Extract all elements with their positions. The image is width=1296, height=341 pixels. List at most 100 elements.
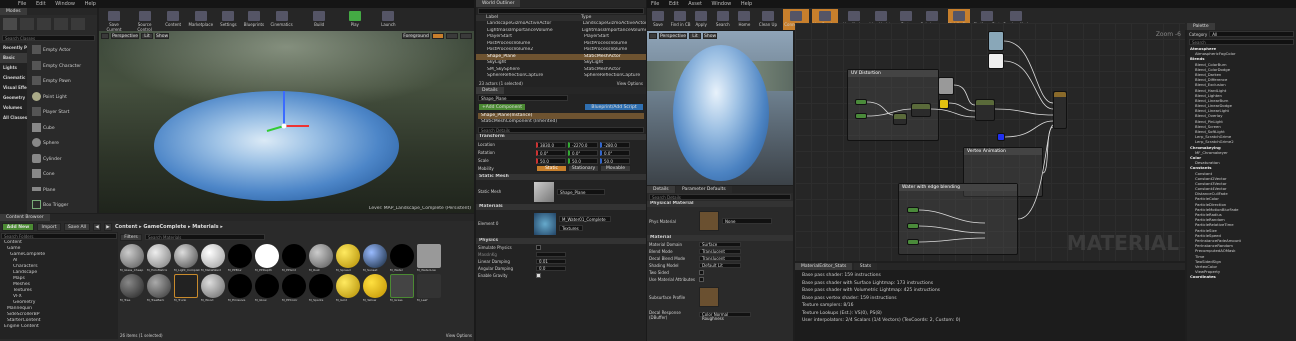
material-details-search[interactable]: Search Details [649,194,791,200]
blend-mode-dropdown[interactable]: Translucent [699,249,741,254]
palette-category[interactable]: Coordinates [1189,274,1294,279]
list-item[interactable]: Plane [29,183,97,199]
build-button[interactable]: Build [308,9,330,31]
list-item[interactable]: Player Start [29,105,97,121]
menu-file[interactable]: File [18,1,26,7]
list-item[interactable]: Cone [29,167,97,183]
category-cinematic[interactable]: Cinematic [0,73,27,83]
lit-button[interactable]: Lit [689,33,701,39]
rotation-y[interactable]: 0.0° [568,149,598,156]
blueprint-script-button[interactable]: Blueprint/Add Script [584,102,644,111]
snap-button[interactable] [432,33,444,39]
asset-tile[interactable]: M_PPGrid [282,244,308,272]
outliner-search-input[interactable] [478,8,644,14]
add-new-button[interactable]: Add New [2,222,34,231]
location-x[interactable]: 3830.0 [536,141,566,148]
place-mode-icon[interactable] [3,18,17,30]
mobility-movable[interactable]: Movable [600,165,631,172]
category-lights[interactable]: Lights [0,63,27,73]
search-button[interactable]: Search [714,9,732,30]
grid-button[interactable] [446,33,458,39]
material-picker[interactable]: M_Water01_Complete [559,216,611,222]
simulate-physics-checkbox[interactable] [536,244,541,250]
mobility-static[interactable]: Static [536,165,567,172]
asset-tile[interactable]: M_TreeBark [147,274,173,302]
view-options-button[interactable]: View Options [446,333,472,338]
asset-tile[interactable]: M_Water [390,244,416,272]
asset-tile[interactable]: M_Emissive [228,274,254,302]
asset-tile[interactable]: M_PPColor [282,274,308,302]
show-button[interactable]: Show [703,33,717,39]
asset-tile[interactable]: M_Sunset [363,244,389,272]
palette-search-input[interactable]: Search [1189,39,1294,45]
location-y[interactable]: -2270.0 [568,141,598,148]
play-button[interactable]: Play [344,9,366,31]
tab-details[interactable]: Details [647,186,675,193]
phys-material-picker[interactable]: None [722,218,772,224]
list-item[interactable]: Point Light [29,90,97,106]
component-static-mesh[interactable]: StaticMeshComponent (Inherited) [478,119,644,125]
textures-dropdown[interactable]: Textures [559,225,583,231]
tab-details[interactable]: Details [476,86,504,94]
breadcrumb-materials[interactable]: Materials [192,224,218,230]
asset-tile[interactable]: M_HoloMatrix [147,244,173,272]
save-all-button[interactable]: Save All [64,222,90,231]
menu-window[interactable]: Window [712,1,732,7]
asset-tile[interactable]: M_Grass [390,274,416,302]
asset-tile[interactable]: M_Wood [201,274,227,302]
tab-palette[interactable]: Palette [1187,23,1215,30]
asset-tile[interactable]: M_WaterLow [417,244,443,272]
category-dropdown[interactable]: All [1209,31,1294,37]
show-button[interactable]: Show [155,33,169,39]
cinematics-button[interactable]: Cinematics [269,9,295,31]
shading-model-dropdown[interactable]: Default Lit [699,263,741,268]
tab-content-browser[interactable]: Content Browser [0,214,50,221]
details-search-input[interactable]: Search Details [478,126,644,133]
angular-damping-field[interactable]: 0.0 [536,265,566,271]
asset-tile[interactable]: M_Spread [336,244,362,272]
menu-window[interactable]: Window [55,1,75,7]
tab-modes[interactable]: Modes [0,8,27,15]
asset-tile[interactable]: M_PPBlur [228,244,254,272]
material-attributes-checkbox[interactable] [699,277,704,282]
asset-tile[interactable]: M_PPDepth [255,244,281,272]
marketplace-button[interactable]: Marketplace [188,9,214,31]
scale-z[interactable]: 50.0 [600,157,630,164]
landscape-mode-icon[interactable] [37,18,51,30]
asset-tile[interactable]: M_Rust [309,244,335,272]
list-item[interactable]: Empty Actor [29,43,97,59]
asset-tile[interactable]: M_Trunk [174,274,200,302]
blueprints-button[interactable]: Blueprints [243,9,265,31]
tab-material-stats[interactable]: MaterialEditor_Stats [795,263,853,270]
tab-parameter-defaults[interactable]: Parameter Defaults [676,186,732,193]
category-all[interactable]: All Classes [0,113,27,123]
back-button[interactable]: ◀ [93,222,101,231]
category-recent[interactable]: Recently Placed [0,43,27,53]
list-item[interactable]: Box Trigger [29,198,97,214]
level-viewport[interactable]: Perspective Lit Show Foreground Level: M… [99,31,474,213]
menu-file[interactable]: File [651,1,659,7]
asset-tile[interactable]: M_MetalWard [201,244,227,272]
scale-x[interactable]: 50.0 [536,157,566,164]
preview-options-button[interactable] [649,33,657,39]
asset-tile[interactable]: M_Leaf [417,274,443,302]
transform-gizmo[interactable] [259,86,319,141]
rotation-x[interactable]: 0.0° [536,149,566,156]
asset-tile[interactable]: M_Tree [120,274,146,302]
perspective-button[interactable]: Perspective [111,33,139,39]
tab-world-outliner[interactable]: World Outliner [476,0,521,7]
forward-button[interactable]: ▶ [104,222,112,231]
two-sided-checkbox[interactable] [699,270,704,275]
camera-speed-button[interactable] [460,33,472,39]
linear-damping-field[interactable]: 0.01 [536,258,566,264]
location-z[interactable]: -280.0 [600,141,630,148]
menu-edit[interactable]: Edit [669,1,679,7]
find-in-cb-button[interactable]: Find in CB [671,9,691,30]
mobility-stationary[interactable]: Stationary [568,165,599,172]
decal-blend-dropdown[interactable]: Translucent [699,256,741,261]
rotation-z[interactable]: 0.0° [600,149,630,156]
asset-tile[interactable]: M_Glass_Cheap [120,244,146,272]
asset-tile[interactable]: M_Yellow [363,274,389,302]
category-volumes[interactable]: Volumes [0,103,27,113]
paint-mode-icon[interactable] [20,18,34,30]
